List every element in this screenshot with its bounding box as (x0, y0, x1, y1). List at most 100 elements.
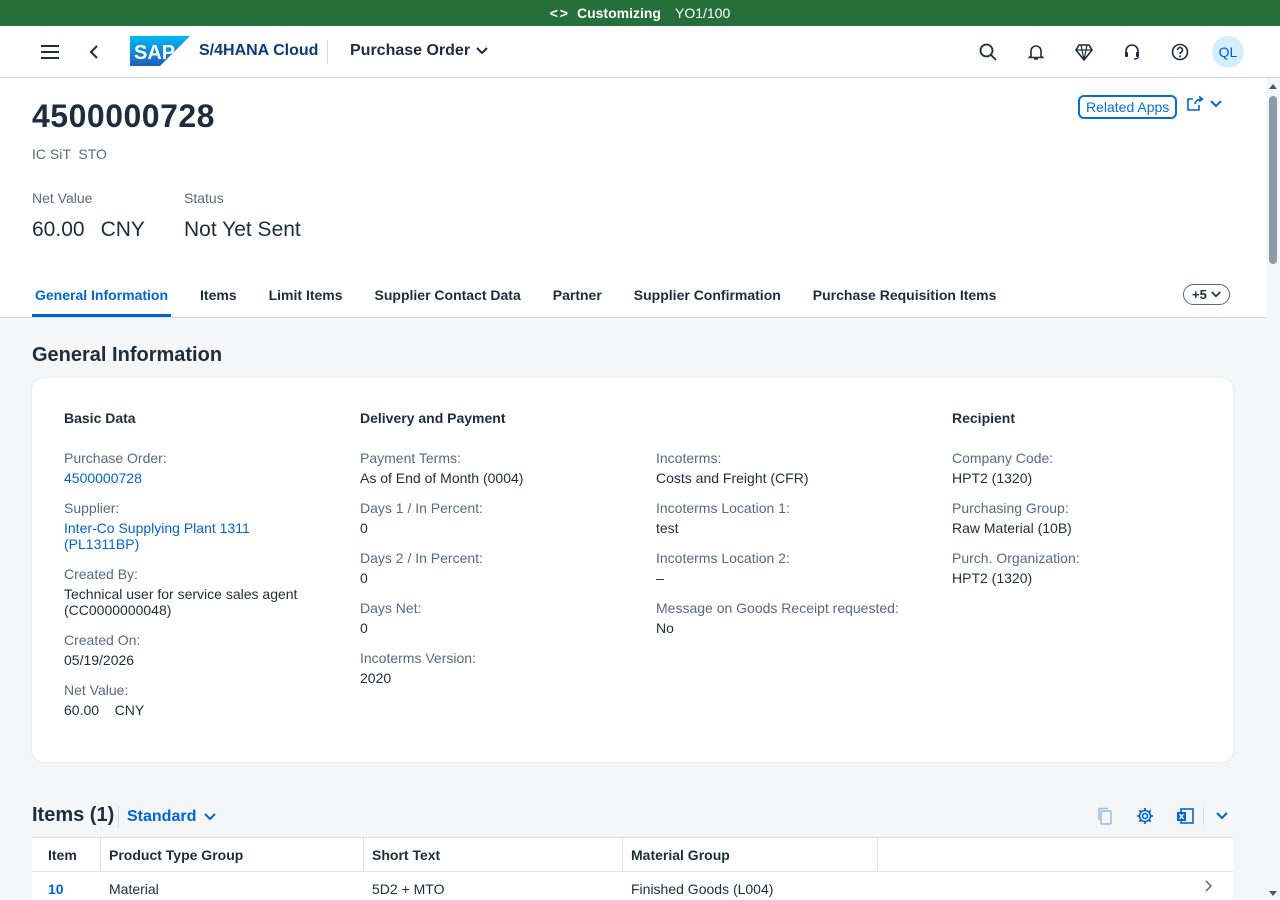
divider (118, 806, 119, 828)
variant-selector[interactable]: Standard (118, 806, 217, 828)
table-row[interactable]: 10 Material 5D2 + MTO Finished Goods (L0… (32, 872, 1233, 900)
app-title-menu[interactable]: Purchase Order (350, 42, 488, 60)
diamond-icon (1075, 44, 1093, 61)
section-title-general: General Information (32, 344, 223, 366)
column-header[interactable]: Material Group (623, 838, 878, 872)
status-value: Not Yet Sent (184, 218, 301, 241)
basic-data-group: Basic Data Purchase Order: 4500000728 Su… (64, 410, 334, 732)
table-header: Item Product Type Group Short Text Mater… (32, 838, 1233, 872)
table-toolbar (1093, 804, 1234, 828)
column-header[interactable]: Item (32, 838, 101, 872)
help-button[interactable] (1164, 36, 1196, 68)
field-label: Days 1 / In Percent: (360, 500, 483, 516)
field-label: Supplier: (64, 500, 120, 516)
net-value-field: Net Value: 60.00 CNY (64, 682, 334, 718)
field-value: Technical user for service sales agent (… (64, 586, 298, 618)
incoterms-group: Incoterms: Costs and Freight (CFR) Incot… (656, 410, 926, 650)
supplier-field: Supplier: Inter-Co Supplying Plant 1311 … (64, 500, 334, 552)
divider (1203, 807, 1204, 825)
shell-actions: QL (972, 36, 1244, 68)
created-by-field: Created By: Technical user for service s… (64, 566, 334, 618)
notifications-button[interactable] (1020, 36, 1052, 68)
field-label: Net Value: (64, 682, 129, 698)
gear-icon (1137, 808, 1153, 824)
field-value: 0 (360, 570, 368, 586)
scroll-up-arrow[interactable] (1269, 84, 1277, 89)
field-label: Incoterms Version: (360, 650, 476, 666)
field-value: No (656, 620, 674, 636)
supplier-link[interactable]: Inter-Co Supplying Plant 1311 (PL1311BP) (64, 520, 264, 552)
incoterms-location2-field: Incoterms Location 2: – (656, 550, 926, 586)
items-table-title: Items (1) (32, 804, 115, 826)
column-header[interactable]: Product Type Group (101, 838, 364, 872)
field-label: Created On: (64, 632, 141, 648)
sap-logo[interactable]: SAP (130, 36, 190, 66)
share-button[interactable] (1186, 96, 1222, 112)
joule-button[interactable] (1068, 36, 1100, 68)
chevron-down-icon (1216, 812, 1228, 820)
bell-icon (1027, 45, 1045, 60)
help-icon (1171, 43, 1189, 61)
chevron-down-icon (1211, 291, 1221, 298)
purchasing-group-field: Purchasing Group: Raw Material (10B) (952, 500, 1222, 536)
net-value: 60.00 CNY (32, 218, 145, 242)
field-label: Days Net: (360, 600, 422, 616)
chevron-right-icon[interactable] (1205, 880, 1213, 892)
tab-items[interactable]: Items (184, 277, 253, 317)
variant-name: Standard (127, 808, 197, 825)
created-on-field: Created On: 05/19/2026 (64, 632, 334, 668)
column-header[interactable]: Short Text (364, 838, 623, 872)
back-button[interactable] (78, 36, 110, 68)
tab-partner[interactable]: Partner (537, 277, 618, 317)
net-value-amount: 60.00 (32, 218, 85, 241)
field-value: Costs and Freight (CFR) (656, 470, 809, 486)
item-number-link[interactable]: 10 (32, 872, 101, 900)
page-subtitle: IC SiT STO (32, 146, 107, 162)
more-tabs-button[interactable]: +5 (1183, 284, 1230, 305)
column-header-empty (878, 838, 1233, 872)
net-value-label: Net Value (32, 190, 93, 206)
field-label: Purchasing Group: (952, 500, 1069, 516)
chevron-down-icon (1210, 100, 1222, 108)
tab-supplier-confirmation[interactable]: Supplier Confirmation (618, 277, 797, 317)
related-apps-button[interactable]: Related Apps (1076, 94, 1179, 120)
incoterms-field: Incoterms: Costs and Freight (CFR) (656, 450, 926, 486)
purchase-order-link[interactable]: 4500000728 (64, 470, 334, 486)
field-value: HPT2 (1320) (952, 570, 1033, 586)
client-label: YO1/100 (674, 5, 731, 21)
field-value: 05/19/2026 (64, 652, 135, 668)
field-label: Payment Terms: (360, 450, 461, 466)
tab-general-information[interactable]: General Information (32, 277, 172, 317)
field-value: Raw Material (10B) (952, 520, 1072, 536)
field-value: – (656, 570, 664, 586)
field-value: test (656, 520, 679, 536)
field-label: Purch. Organization: (952, 550, 1080, 566)
export-button[interactable] (1173, 804, 1197, 828)
tab-purchase-requisition-items[interactable]: Purchase Requisition Items (797, 277, 1013, 317)
delivery-payment-group: Delivery and Payment Payment Terms: As o… (360, 410, 630, 700)
support-button[interactable] (1116, 36, 1148, 68)
menu-button[interactable] (34, 36, 66, 68)
copy-button[interactable] (1093, 804, 1117, 828)
share-icon (1187, 96, 1204, 111)
export-excel-icon (1177, 808, 1194, 824)
tab-supplier-contact-data[interactable]: Supplier Contact Data (359, 277, 537, 317)
field-label: Company Code: (952, 450, 1054, 466)
avatar[interactable]: QL (1212, 36, 1244, 68)
page-scrollbar[interactable] (1266, 78, 1280, 900)
tab-limit-items[interactable]: Limit Items (253, 277, 359, 317)
export-menu-button[interactable] (1210, 804, 1234, 828)
scrollbar-thumb[interactable] (1269, 96, 1277, 264)
search-button[interactable] (972, 36, 1004, 68)
scroll-down-arrow[interactable] (1269, 891, 1277, 896)
settings-button[interactable] (1133, 804, 1157, 828)
table-cell: Finished Goods (L004) (631, 881, 774, 897)
table-cell: 5D2 + MTO (372, 881, 445, 897)
incoterms-version-field: Incoterms Version: 2020 (360, 650, 630, 686)
table-cell: Material (109, 881, 159, 897)
general-information-card: Basic Data Purchase Order: 4500000728 Su… (32, 378, 1233, 762)
field-value: HPT2 (1320) (952, 470, 1033, 486)
tab-bar: General Information Items Limit Items Su… (32, 277, 1012, 317)
field-value: 2020 (360, 670, 392, 686)
